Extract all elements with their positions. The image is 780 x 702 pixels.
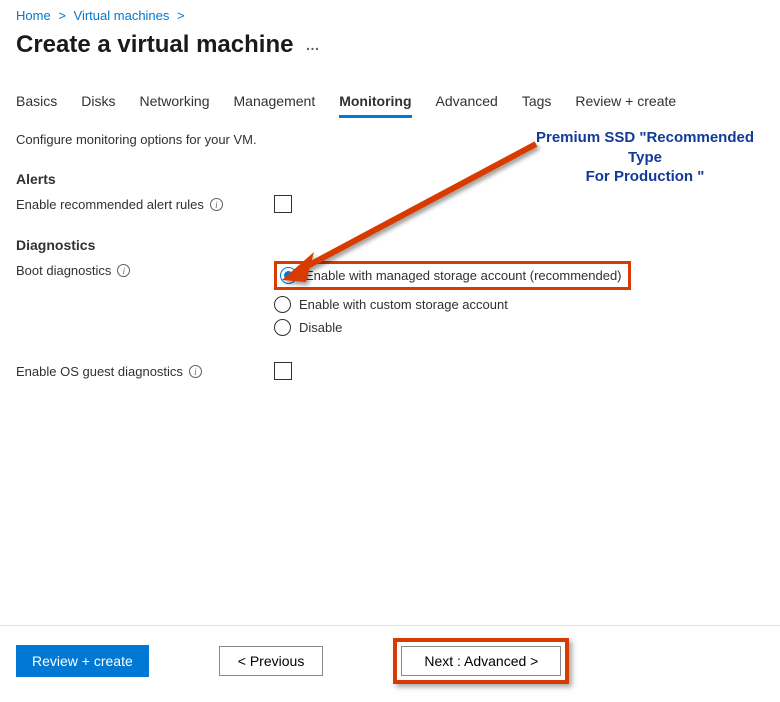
radio-label-managed: Enable with managed storage account (rec… <box>305 268 622 283</box>
info-icon[interactable]: i <box>210 198 223 211</box>
tab-management[interactable]: Management <box>234 93 316 118</box>
more-actions-icon[interactable]: … <box>305 37 320 53</box>
chevron-right-icon: > <box>58 8 66 23</box>
tab-disks[interactable]: Disks <box>81 93 115 118</box>
tab-advanced[interactable]: Advanced <box>436 93 498 118</box>
page-title: Create a virtual machine … <box>16 31 764 59</box>
tab-networking[interactable]: Networking <box>139 93 209 118</box>
tab-basics[interactable]: Basics <box>16 93 57 118</box>
label-boot-diagnostics: Boot diagnostics i <box>16 261 274 278</box>
radio-option-disable[interactable]: Disable <box>274 319 631 336</box>
checkbox-alert-rules[interactable] <box>274 195 292 213</box>
radio-disable[interactable] <box>274 319 291 336</box>
footer: Review + create < Previous Next : Advanc… <box>0 625 780 702</box>
radio-managed-storage[interactable] <box>280 267 297 284</box>
tab-review[interactable]: Review + create <box>575 93 676 118</box>
breadcrumb: Home > Virtual machines > <box>16 8 764 23</box>
section-diagnostics: Diagnostics <box>16 237 764 253</box>
next-advanced-button[interactable]: Next : Advanced > <box>401 646 561 676</box>
breadcrumb-vms[interactable]: Virtual machines <box>74 8 170 23</box>
annotation-callout: Premium SSD "Recommended Type For Produc… <box>530 128 760 187</box>
label-alert-rules: Enable recommended alert rules i <box>16 195 274 212</box>
highlight-box: Enable with managed storage account (rec… <box>274 261 631 290</box>
chevron-right-icon: > <box>177 8 185 23</box>
info-icon[interactable]: i <box>117 264 130 277</box>
checkbox-os-guest[interactable] <box>274 362 292 380</box>
tab-tags[interactable]: Tags <box>522 93 552 118</box>
label-os-guest-diagnostics: Enable OS guest diagnostics i <box>16 362 274 379</box>
previous-button[interactable]: < Previous <box>219 646 324 676</box>
tabs: Basics Disks Networking Management Monit… <box>16 93 764 118</box>
page-title-text: Create a virtual machine <box>16 31 293 59</box>
radio-label-custom: Enable with custom storage account <box>299 297 508 312</box>
radio-group-boot-diagnostics: Enable with managed storage account (rec… <box>274 261 631 336</box>
radio-label-disable: Disable <box>299 320 342 335</box>
radio-option-custom[interactable]: Enable with custom storage account <box>274 296 631 313</box>
tab-monitoring[interactable]: Monitoring <box>339 93 411 118</box>
breadcrumb-home[interactable]: Home <box>16 8 51 23</box>
radio-custom-storage[interactable] <box>274 296 291 313</box>
review-create-button[interactable]: Review + create <box>16 645 149 677</box>
info-icon[interactable]: i <box>189 365 202 378</box>
highlight-box: Next : Advanced > <box>393 638 569 684</box>
